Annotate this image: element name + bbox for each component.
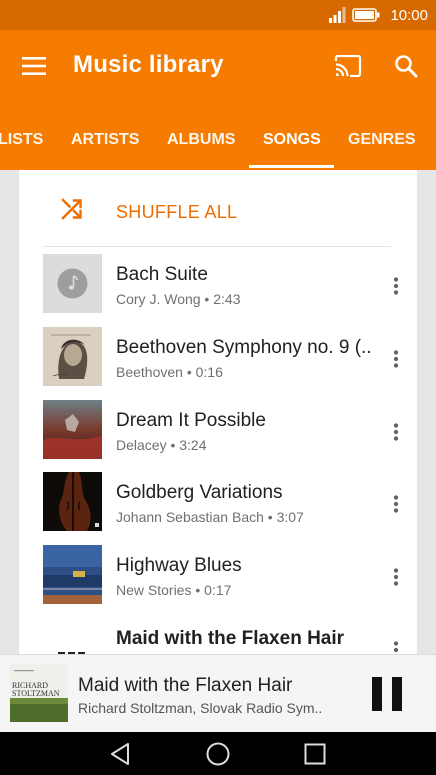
highway-blues-art (43, 545, 102, 604)
pause-icon (372, 677, 402, 711)
home-icon (206, 742, 230, 766)
song-title: Bach Suite (116, 264, 208, 285)
tab-indicator (249, 165, 334, 168)
now-playing-artist: Richard Stoltzman, Slovak Radio Sym.. (78, 700, 323, 716)
song-subtitle: Cory J. Wong • 2:43 (116, 291, 241, 307)
song-item[interactable]: Goldberg Variations Johann Sebastian Bac… (19, 460, 417, 532)
stoltzman-album-art: RICHARD STOLTZMAN (10, 664, 68, 722)
shuffle-all-label: SHUFFLE ALL (116, 202, 238, 222)
battery-icon (352, 8, 380, 22)
song-item[interactable]: Beethoven Symphony no. 9 (.. Beethoven •… (19, 315, 417, 387)
scroll-track (417, 170, 423, 660)
tab-albums[interactable]: ALBUMS (167, 102, 235, 170)
back-button[interactable] (100, 738, 140, 770)
song-subtitle: Delacey • 3:24 (116, 437, 207, 453)
home-button[interactable] (198, 738, 238, 770)
tab-genres[interactable]: GENRES (348, 102, 416, 170)
menu-button[interactable] (12, 44, 56, 88)
cast-icon (334, 55, 362, 77)
recents-button[interactable] (295, 738, 335, 770)
song-list: SHUFFLE ALL Bach Suite Cory J. Wong • 2:… (19, 170, 417, 660)
album-art (43, 472, 102, 531)
album-art-placeholder (43, 254, 102, 313)
tab-lists[interactable]: LISTS (0, 102, 43, 170)
page-title: Music library (73, 51, 224, 78)
song-title: Maid with the Flaxen Hair (116, 628, 345, 649)
more-vert-icon (393, 350, 399, 368)
search-icon (395, 55, 418, 78)
song-subtitle: Beethoven • 0:16 (116, 364, 223, 380)
more-options-button[interactable] (381, 559, 411, 595)
status-icons: 10:00 (328, 6, 428, 24)
more-options-button[interactable] (381, 341, 411, 377)
tab-artists[interactable]: ARTISTS (71, 102, 139, 170)
album-art (43, 327, 102, 386)
song-title: Dream It Possible (116, 410, 266, 431)
beethoven-portrait-art (43, 327, 102, 386)
search-button[interactable] (384, 44, 428, 88)
dream-it-possible-art (43, 400, 102, 459)
song-subtitle: New Stories • 0:17 (116, 582, 232, 598)
song-title: Goldberg Variations (116, 482, 283, 503)
album-art (43, 400, 102, 459)
signal-icon (329, 7, 346, 23)
more-vert-icon (393, 568, 399, 586)
song-item[interactable]: Dream It Possible Delacey • 3:24 (19, 388, 417, 460)
music-note-icon (57, 268, 88, 299)
menu-icon (22, 57, 46, 75)
svg-text:STOLTZMAN: STOLTZMAN (12, 689, 60, 698)
status-time: 10:00 (390, 6, 428, 24)
song-item[interactable]: Highway Blues New Stories • 0:17 (19, 533, 417, 605)
app-bar: Music library (0, 30, 436, 102)
now-playing-art: RICHARD STOLTZMAN (10, 664, 68, 722)
cast-button[interactable] (326, 44, 370, 88)
shuffle-all-button[interactable]: SHUFFLE ALL (19, 170, 417, 246)
more-options-button[interactable] (381, 486, 411, 522)
more-options-button[interactable] (381, 414, 411, 450)
pause-button[interactable] (362, 669, 412, 719)
more-options-button[interactable] (381, 268, 411, 304)
more-vert-icon (393, 277, 399, 295)
goldberg-violin-art (43, 472, 102, 531)
song-item[interactable]: Bach Suite Cory J. Wong • 2:43 (19, 242, 417, 314)
tab-songs[interactable]: SONGS (263, 102, 321, 170)
now-playing-bar[interactable]: RICHARD STOLTZMAN Maid with the Flaxen H… (0, 654, 436, 733)
song-item-playing[interactable]: Maid with the Flaxen Hair (19, 606, 417, 660)
status-bar: 10:00 (0, 0, 436, 30)
album-art (43, 545, 102, 604)
shuffle-icon (61, 198, 82, 220)
navigation-bar (0, 732, 436, 775)
song-title: Highway Blues (116, 555, 242, 576)
more-vert-icon (393, 495, 399, 513)
tab-bar: LISTS ARTISTS ALBUMS SONGS GENRES (0, 102, 436, 170)
back-icon (111, 743, 129, 765)
more-vert-icon (393, 423, 399, 441)
song-title: Beethoven Symphony no. 9 (.. (116, 337, 372, 358)
song-subtitle: Johann Sebastian Bach • 3:07 (116, 509, 304, 525)
now-playing-title: Maid with the Flaxen Hair (78, 675, 293, 696)
recents-icon (304, 743, 326, 765)
